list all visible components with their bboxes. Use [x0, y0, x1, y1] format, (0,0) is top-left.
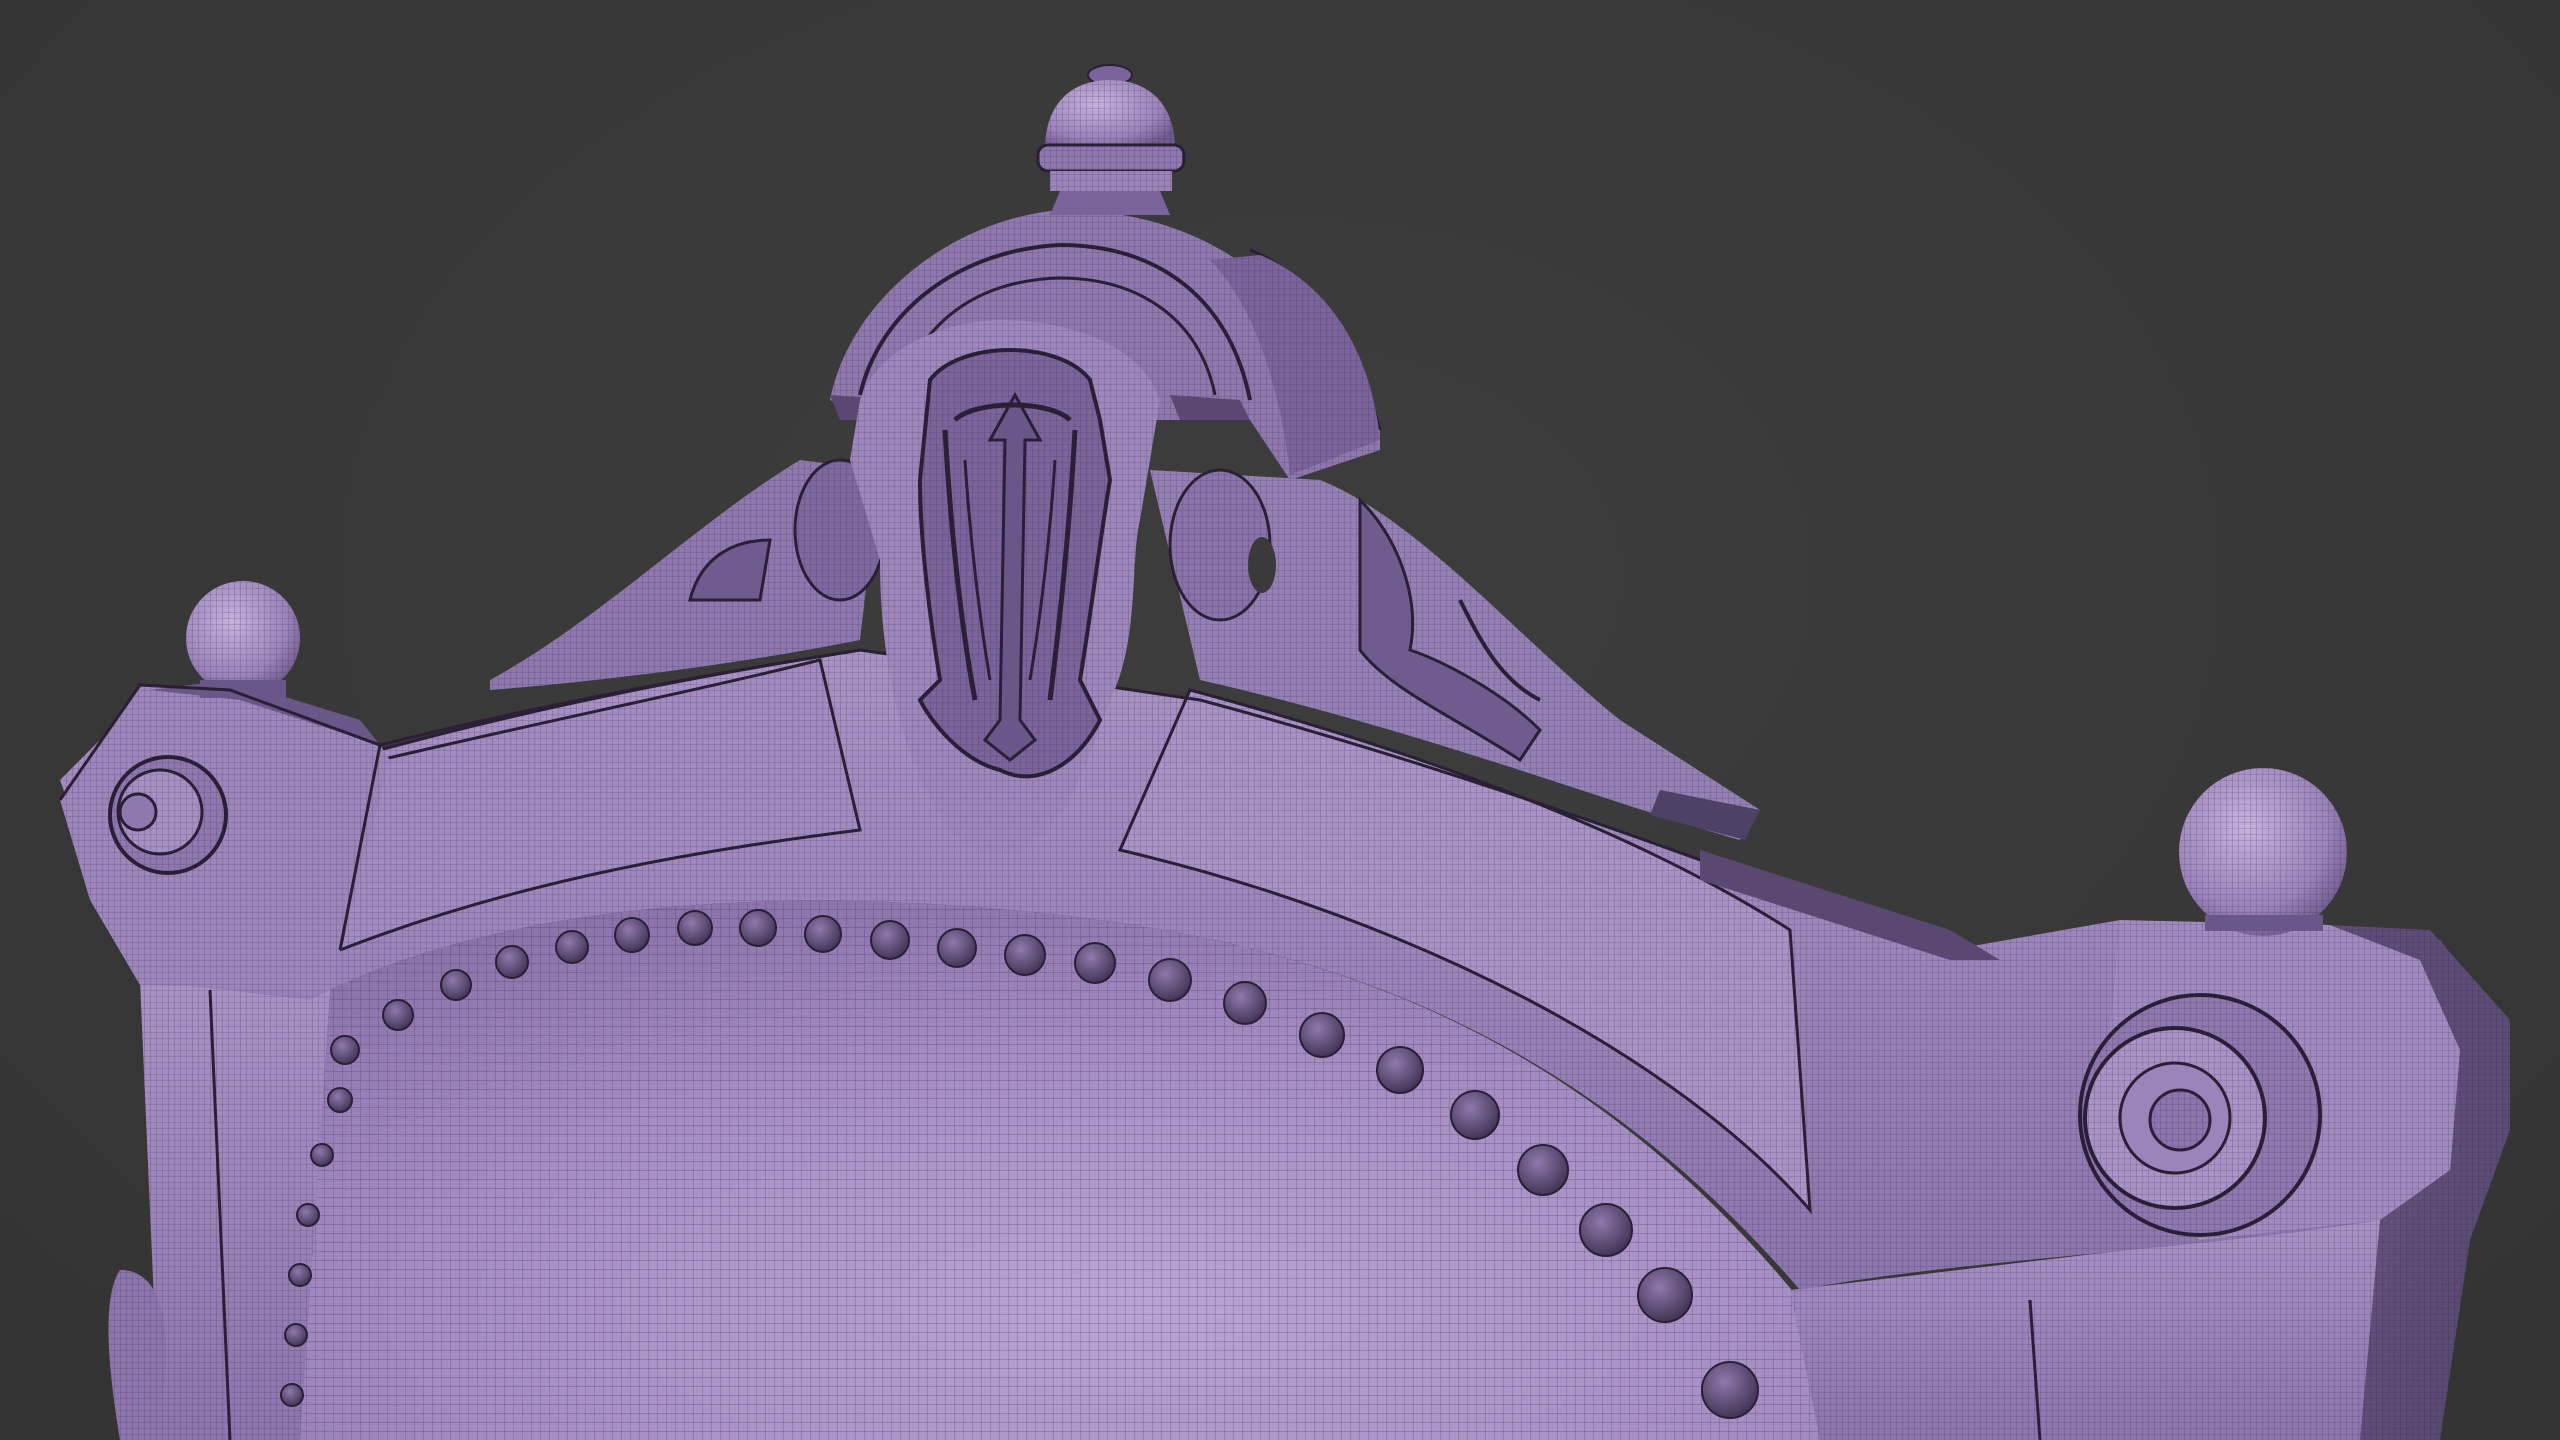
3d-viewport[interactable] [0, 0, 2560, 1440]
right-medallion [2078, 993, 2322, 1237]
top-finial [1036, 64, 1186, 215]
left-post [108, 980, 330, 1440]
left-medallion [108, 755, 228, 875]
viewport-render [58, 64, 2510, 1440]
right-finial-sphere [2179, 768, 2347, 936]
left-finial-sphere [186, 581, 300, 698]
